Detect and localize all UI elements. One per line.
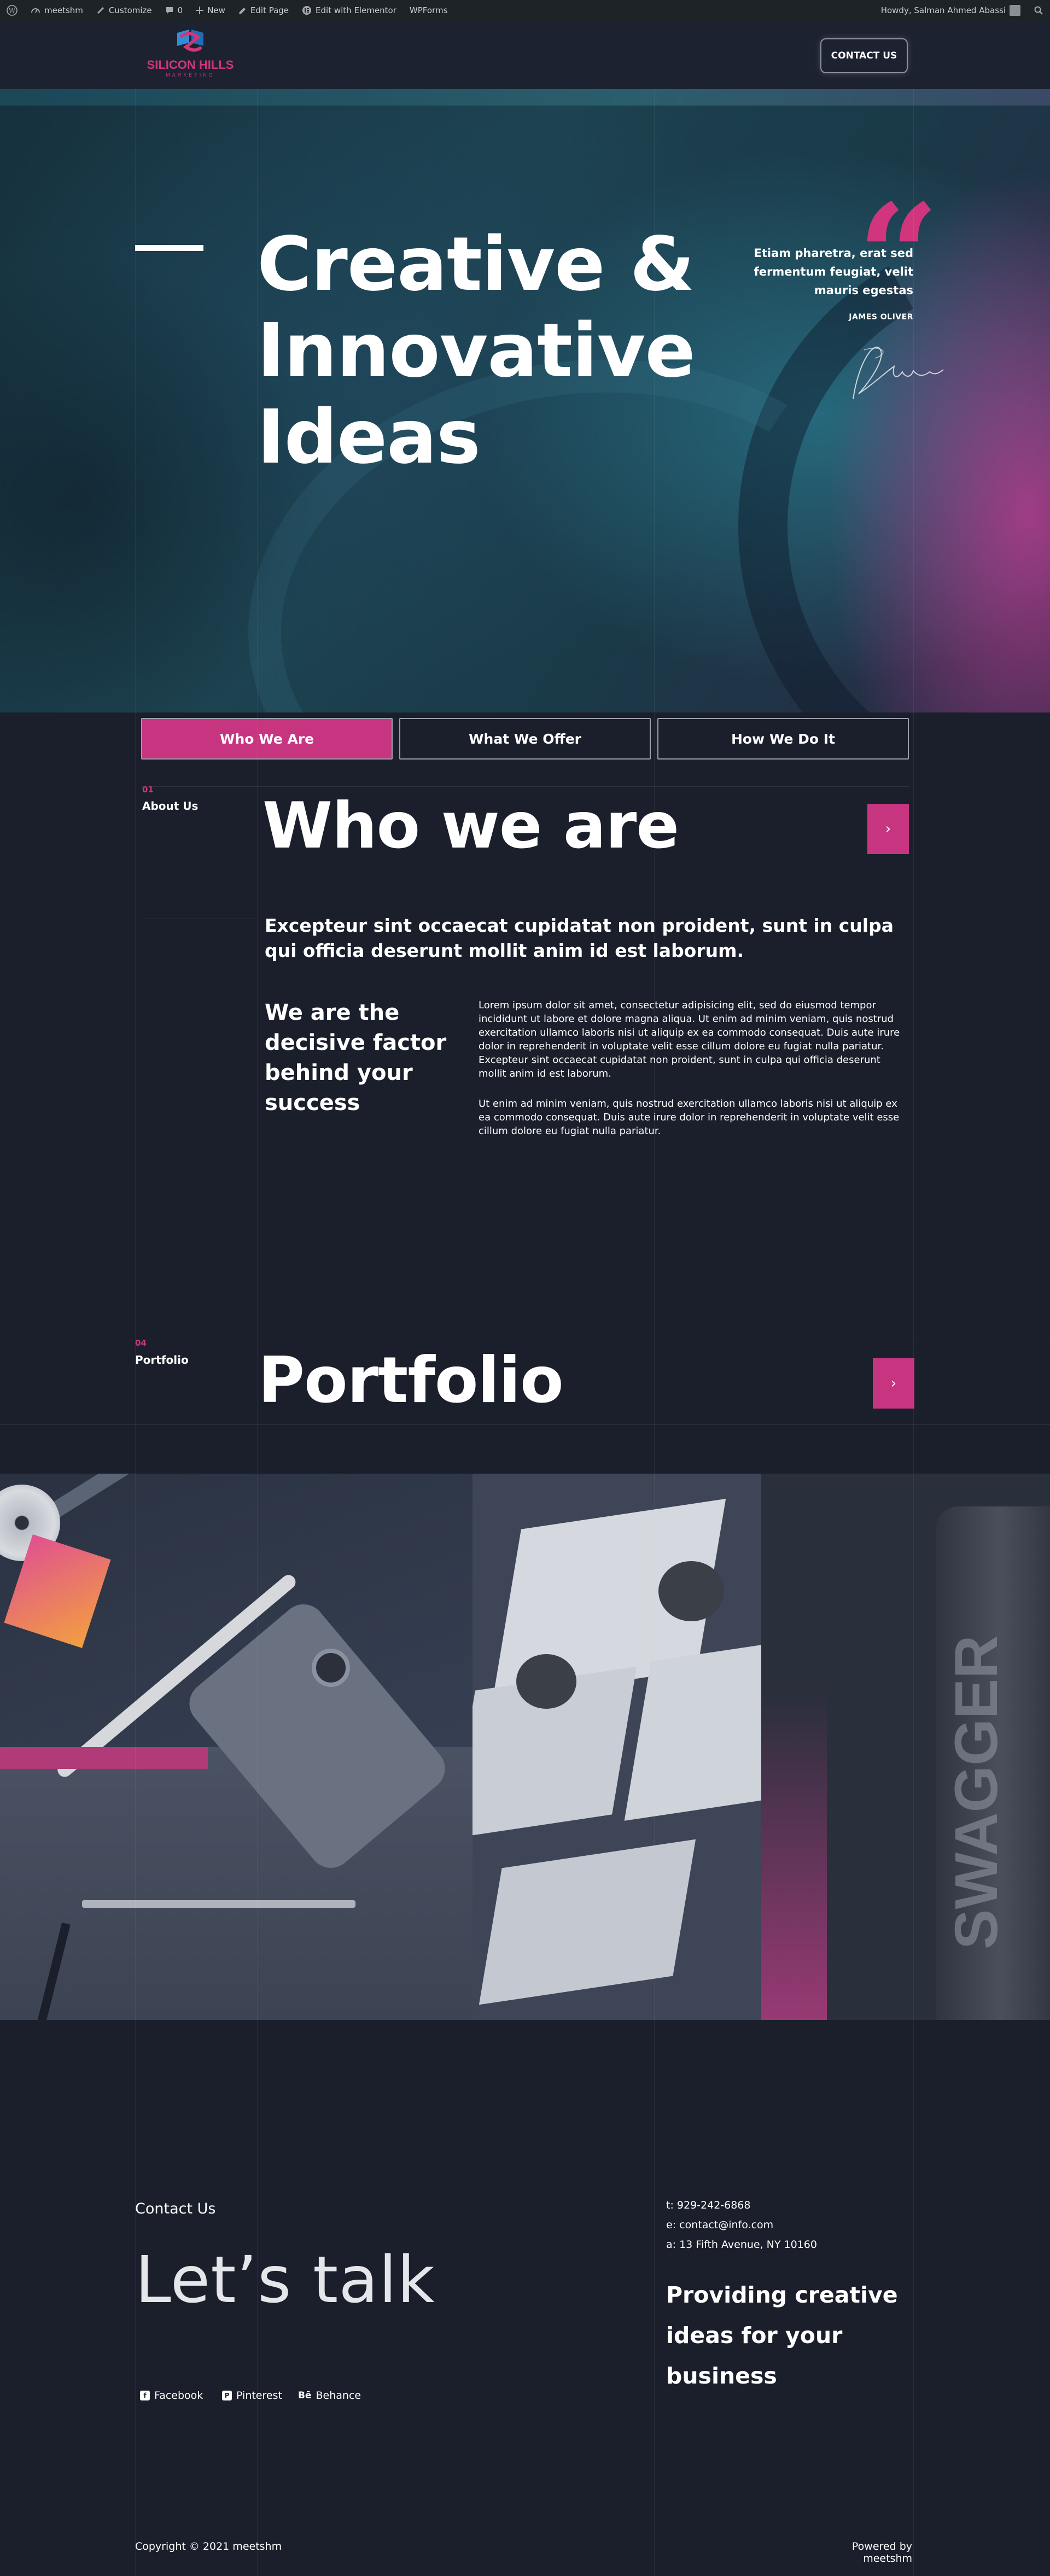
section-label: Portfolio xyxy=(135,1353,189,1366)
brush-icon xyxy=(96,6,105,15)
user-account-menu[interactable]: Howdy, Salman Ahmed Abassi xyxy=(874,0,1027,21)
tab-who-we-are[interactable]: Who We Are xyxy=(141,718,393,760)
elementor-icon xyxy=(302,5,312,15)
avatar xyxy=(1010,5,1020,16)
section-label: About Us xyxy=(142,799,199,813)
pink-stripe xyxy=(0,1747,208,1769)
site-name-label: meetshm xyxy=(44,5,83,15)
edit-elementor-link[interactable]: Edit with Elementor xyxy=(295,0,403,21)
edit-elementor-label: Edit with Elementor xyxy=(316,5,396,15)
pencil-icon xyxy=(238,7,247,15)
site-logo[interactable]: SILICON HILLS MARKETING xyxy=(141,28,240,83)
wordpress-logo-button[interactable]: W xyxy=(0,0,24,21)
search-icon xyxy=(1034,5,1043,15)
signature-image xyxy=(853,346,944,400)
dog-photo xyxy=(516,1654,576,1709)
hero-quote-line: mauris egestas xyxy=(814,284,913,297)
hero-quote: Etiam pharetra, erat sed fermentum feugi… xyxy=(744,244,913,300)
contact-email[interactable]: e: contact@info.com xyxy=(666,2219,773,2231)
laptop-shape xyxy=(82,1900,355,1908)
wordpress-icon: W xyxy=(7,5,18,16)
logo-text: SILICON HILLS xyxy=(147,58,234,72)
chevron-right-icon: › xyxy=(885,821,891,837)
portfolio-image[interactable]: SWAGGER xyxy=(761,1474,1050,2020)
divider xyxy=(141,786,909,787)
site-name-link[interactable]: meetshm xyxy=(24,0,90,21)
portfolio-image[interactable] xyxy=(472,1474,761,2020)
copyright-text: Copyright © 2021 meetshm xyxy=(135,2540,282,2552)
behance-link[interactable]: Bē Behance xyxy=(298,2390,361,2402)
behance-label: Behance xyxy=(316,2390,361,2402)
contact-tagline: Providing creative ideas for your busine… xyxy=(666,2282,898,2389)
portfolio-next-button[interactable]: › xyxy=(873,1358,914,1409)
tab-what-we-offer[interactable]: What We Offer xyxy=(399,718,651,760)
svg-text:W: W xyxy=(9,7,16,15)
divider xyxy=(0,1424,1050,1425)
tab-how-we-do-it[interactable]: How We Do It xyxy=(657,718,909,760)
contact-label: Contact Us xyxy=(135,2200,216,2217)
customize-label: Customize xyxy=(108,5,152,15)
hero-title-line: Innovative xyxy=(257,308,696,394)
comments-count: 0 xyxy=(177,5,183,15)
logo-subtext: MARKETING xyxy=(166,72,215,78)
facebook-icon: f xyxy=(140,2391,150,2400)
portfolio-image[interactable] xyxy=(0,1474,472,2020)
hero-title: Creative & Innovative Ideas xyxy=(257,221,749,481)
phone-camera xyxy=(312,1649,350,1687)
about-paragraph: Lorem ipsum dolor sit amet, consectetur … xyxy=(479,1000,900,1079)
chevron-right-icon: › xyxy=(890,1375,897,1392)
facebook-link[interactable]: f Facebook xyxy=(140,2390,203,2402)
admin-bar: W meetshm Customize 0 New Edit Page Edit… xyxy=(0,0,1050,21)
new-label: New xyxy=(207,5,225,15)
about-next-button[interactable]: › xyxy=(867,804,909,854)
hero-quote-line: fermentum feugiat, velit xyxy=(754,265,913,278)
wpforms-link[interactable]: WPForms xyxy=(403,0,454,21)
section-number: 01 xyxy=(142,785,154,795)
comment-icon xyxy=(165,6,174,15)
howdy-label: Howdy, Salman Ahmed Abassi xyxy=(880,5,1006,15)
hero-title-line: Creative & xyxy=(257,221,695,308)
customize-link[interactable]: Customize xyxy=(90,0,159,21)
facebook-label: Facebook xyxy=(154,2390,203,2402)
wpforms-label: WPForms xyxy=(409,5,448,15)
powered-by-text: Powered by meetshm xyxy=(851,2540,912,2565)
about-lead-text: Excepteur sint occaecat cupidatat non pr… xyxy=(265,915,894,961)
edit-page-link[interactable]: Edit Page xyxy=(232,0,295,21)
pink-edge xyxy=(761,1474,827,2020)
portfolio-heading: Portfolio xyxy=(258,1344,564,1417)
contact-address: a: 13 Fifth Avenue, NY 10160 xyxy=(666,2239,817,2251)
about-heading: Who we are xyxy=(262,789,679,863)
contact-heading: Let’s talk xyxy=(135,2242,435,2317)
pinterest-link[interactable]: P Pinterest xyxy=(222,2390,282,2402)
section-number: 04 xyxy=(135,1338,147,1348)
web-mockup xyxy=(479,1839,696,2005)
plus-icon xyxy=(196,7,204,14)
about-paragraph: Ut enim ad minim veniam, quis nostrud ex… xyxy=(479,1098,900,1137)
search-toggle[interactable] xyxy=(1027,0,1050,21)
comments-link[interactable]: 0 xyxy=(159,0,190,21)
new-content-link[interactable]: New xyxy=(189,0,232,21)
contact-us-button[interactable]: CONTACT US xyxy=(820,38,908,73)
dog-photo xyxy=(658,1561,724,1621)
hero-dash xyxy=(135,245,203,251)
dashboard-icon xyxy=(31,5,40,15)
about-subheading: We are the decisive factor behind your s… xyxy=(265,1000,447,1115)
pinterest-label: Pinterest xyxy=(236,2390,282,2402)
pinterest-icon: P xyxy=(222,2391,232,2400)
edit-page-label: Edit Page xyxy=(250,5,289,15)
contact-phone[interactable]: t: 929-242-6868 xyxy=(666,2199,751,2211)
portfolio-gallery: SWAGGER xyxy=(0,1474,1050,2020)
can-label: SWAGGER xyxy=(943,1635,1010,1950)
behance-icon: Bē xyxy=(298,2390,312,2401)
quote-author: JAMES OLIVER xyxy=(849,313,913,322)
hero-quote-line: Etiam pharetra, erat sed xyxy=(754,247,913,260)
site-header: SILICON HILLS MARKETING CONTACT US xyxy=(0,21,1050,89)
hero-title-line: Ideas xyxy=(257,394,481,481)
